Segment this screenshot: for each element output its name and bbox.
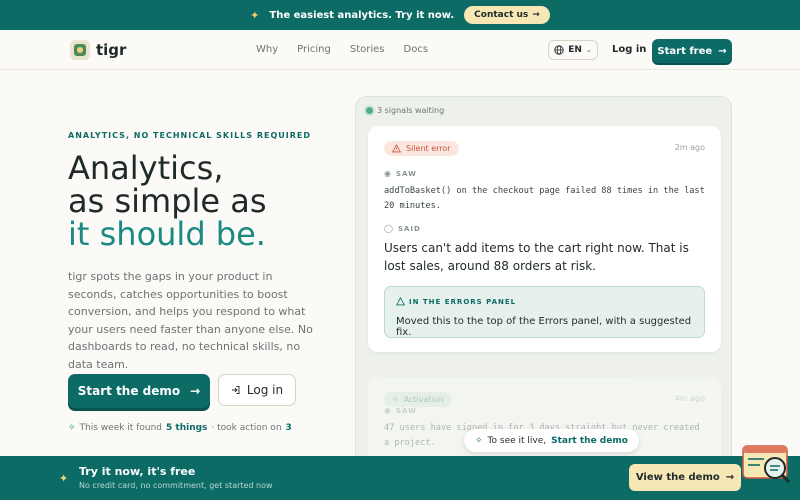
bottom-cta-subtitle: No credit card, no commitment, get start… (79, 481, 273, 490)
bottom-cta-bar: ✦ Try it now, it's free No credit card, … (0, 456, 800, 500)
sparkle-icon: ✦ (250, 8, 260, 22)
eye-icon: ◉ (384, 169, 392, 178)
view-demo-label: View the demo (635, 472, 720, 483)
saw-label-text: SAW (395, 406, 417, 415)
speech-bubble-icon: ◯ (384, 224, 394, 233)
signal-tag-label: Activation (403, 395, 444, 404)
brand-logo[interactable]: tigr (70, 40, 126, 60)
weekly-found-count: 5 things (166, 423, 208, 433)
contact-us-label: Contact us (474, 10, 529, 20)
see-it-live-link[interactable]: Start the demo (551, 436, 628, 446)
start-demo-label: Start the demo (77, 384, 181, 398)
nav-link-pricing[interactable]: Pricing (297, 44, 331, 55)
hero-description: tigr spots the gaps in your product in s… (68, 270, 313, 371)
said-text: Users can't add items to the cart right … (384, 241, 689, 273)
saw-text: addToBasket() on the checkout page faile… (384, 186, 705, 211)
nav-link-stories[interactable]: Stories (350, 44, 385, 55)
login-icon (231, 386, 240, 394)
hero-title-line-1: Analytics, (68, 149, 224, 187)
start-free-button[interactable]: Start free → (652, 39, 732, 63)
signal-tag-error: Silent error (384, 141, 459, 156)
weekly-stats-prefix: This week it found (79, 423, 162, 433)
saw-label: ◉ SAW (384, 406, 417, 415)
sparkle-icon: ✧ (475, 435, 483, 446)
hero-eyebrow: ANALYTICS, NO TECHNICAL SKILLS REQUIRED (68, 131, 311, 140)
saw-label-text: SAW (395, 169, 417, 178)
sparkle-icon: ✧ (392, 395, 399, 404)
hero-title: Analytics, as simple as it should be. (68, 152, 267, 251)
eye-icon: ◉ (384, 406, 392, 415)
said-label-text: SAID (397, 224, 421, 233)
arrow-right-icon: → (190, 384, 201, 398)
weekly-action-count: 3 (285, 423, 292, 433)
signal-tag-activation: ✧ Activation (384, 392, 452, 407)
bottom-cta-title: Try it now, it's free (79, 465, 196, 478)
sparkle-icon: ✦ (59, 472, 69, 485)
nav-links: Why Pricing Stories Docs (256, 44, 428, 55)
arrow-right-icon: → (718, 45, 727, 57)
main-nav: tigr Why Pricing Stories Docs EN ⌄ Log i… (0, 30, 800, 70)
help-widget-icon[interactable] (742, 444, 792, 488)
status-dot-icon (366, 107, 373, 114)
arrow-right-icon: → (532, 10, 540, 20)
see-it-live-text: To see it live, (487, 435, 547, 446)
errors-panel-note: IN THE ERRORS PANEL Moved this to the to… (384, 286, 705, 338)
signal-timestamp: 4m ago (674, 394, 705, 403)
signals-waiting-text: 3 signals waiting (377, 106, 445, 115)
arrow-right-icon: → (725, 472, 735, 483)
sparkle-icon: ✧ (68, 423, 76, 433)
said-label: ◯ SAID (384, 224, 421, 233)
announcement-text: The easiest analytics. Try it now. (269, 9, 455, 21)
signal-timestamp: 2m ago (674, 143, 705, 152)
hero-title-line-2: as simple as (68, 182, 267, 220)
language-label: EN (568, 45, 582, 55)
chevron-down-icon: ⌄ (585, 46, 592, 54)
nav-link-why[interactable]: Why (256, 44, 278, 55)
hero-login-label: Log in (246, 383, 284, 397)
weekly-stats: ✧ This week it found 5 things · took act… (68, 423, 292, 433)
errors-panel-label: IN THE ERRORS PANEL (396, 297, 516, 306)
start-demo-button[interactable]: Start the demo → (68, 374, 210, 408)
saw-label: ◉ SAW (384, 169, 417, 178)
signal-feed-panel: 3 signals waiting Silent error 2m ago ◉ … (355, 96, 732, 476)
weekly-stats-mid: · took action on (211, 423, 282, 433)
nav-link-docs[interactable]: Docs (404, 44, 429, 55)
nav-login-link[interactable]: Log in (612, 44, 646, 55)
errors-panel-label-text: IN THE ERRORS PANEL (409, 297, 517, 306)
tigr-logo-icon (70, 40, 90, 60)
warning-icon (396, 297, 405, 306)
signal-card-silent-error[interactable]: Silent error 2m ago ◉ SAW addToBasket() … (368, 126, 721, 352)
hero-login-button[interactable]: Log in (218, 374, 296, 406)
language-selector[interactable]: EN ⌄ (548, 40, 598, 60)
contact-us-button[interactable]: Contact us → (464, 6, 550, 24)
hero-title-line-3: it should be. (68, 215, 266, 253)
see-it-live-pill[interactable]: ✧ To see it live, Start the demo (464, 429, 639, 452)
signals-waiting: 3 signals waiting (366, 106, 444, 115)
announcement-bar: ✦ The easiest analytics. Try it now. Con… (0, 0, 800, 30)
brand-name: tigr (96, 41, 127, 59)
errors-panel-text: Moved this to the top of the Errors pane… (396, 316, 692, 338)
globe-icon (554, 45, 564, 55)
start-free-label: Start free (657, 45, 713, 57)
view-demo-button[interactable]: View the demo → (629, 464, 741, 491)
warning-icon (392, 144, 401, 153)
signal-tag-label: Silent error (406, 144, 451, 153)
